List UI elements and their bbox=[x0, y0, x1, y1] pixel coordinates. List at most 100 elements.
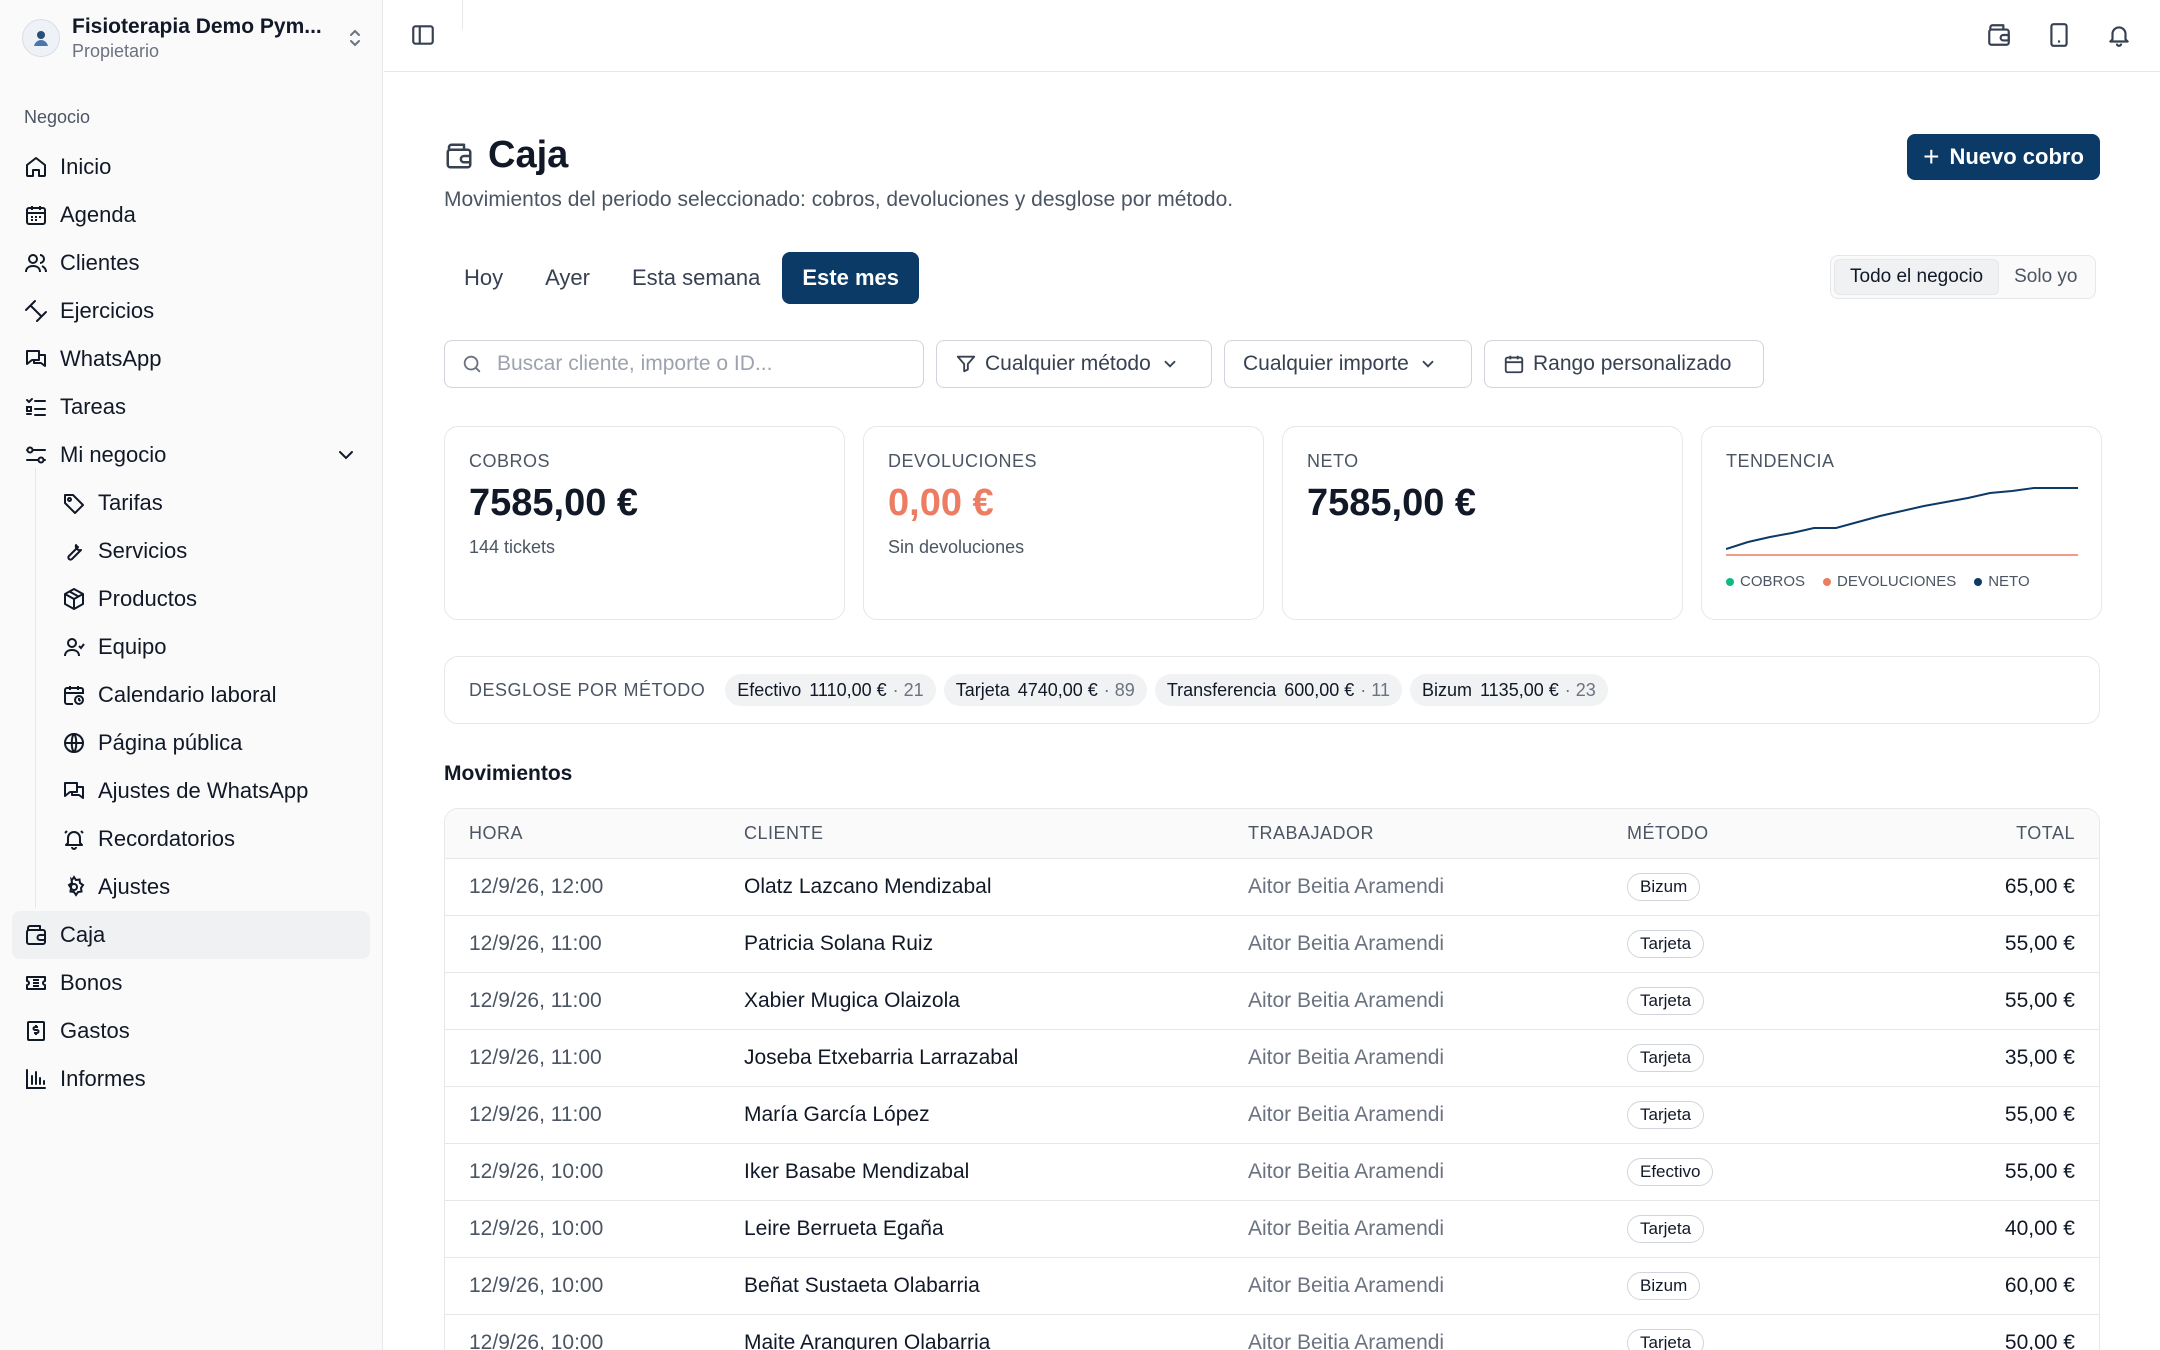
chip-name: Bizum bbox=[1421, 679, 1472, 700]
cell-worker: Aitor Beitia Aramendi bbox=[1248, 932, 1445, 955]
sidebar-item-whatsapp[interactable]: WhatsApp bbox=[12, 335, 370, 383]
chip-count: · 89 bbox=[1103, 679, 1135, 700]
search-icon bbox=[463, 355, 481, 373]
home-icon bbox=[26, 157, 46, 177]
cell-worker: Aitor Beitia Aramendi bbox=[1248, 1274, 1445, 1297]
tab-hoy[interactable]: Hoy bbox=[444, 252, 523, 304]
wallet-icon[interactable] bbox=[1986, 22, 2012, 48]
tablet-icon[interactable] bbox=[2046, 22, 2072, 48]
box-icon bbox=[64, 588, 84, 610]
method-filter-label: Cualquier método bbox=[985, 352, 1151, 375]
sidebar-item-equipo[interactable]: Equipo bbox=[12, 623, 370, 671]
cell-time: 12/9/26, 12:00 bbox=[469, 875, 604, 898]
dumbbell-icon bbox=[25, 300, 47, 322]
cell-total: 50,00 € bbox=[2004, 1331, 2075, 1350]
sidebar-item-ajustes-whatsapp[interactable]: Ajustes de WhatsApp bbox=[12, 767, 370, 815]
sidebar-item-servicios[interactable]: Servicios bbox=[12, 527, 370, 575]
method-badge: Tarjeta bbox=[1627, 1329, 1705, 1350]
date-range-button[interactable]: Rango personalizado bbox=[1484, 340, 1764, 388]
tab-este-mes[interactable]: Este mes bbox=[782, 252, 919, 304]
sidebar-item-recordatorios[interactable]: Recordatorios bbox=[12, 815, 370, 863]
org-switcher[interactable]: Fisioterapia Demo Pym... Propietario bbox=[22, 14, 367, 62]
search-input[interactable] bbox=[497, 352, 897, 376]
method-filter-dropdown[interactable]: Cualquier método bbox=[936, 340, 1212, 388]
col-trabajador[interactable]: TRABAJADOR bbox=[1248, 823, 1627, 844]
cell-time: 12/9/26, 10:00 bbox=[469, 1331, 604, 1350]
col-total[interactable]: TOTAL bbox=[1877, 823, 2099, 844]
sidebar-item-calendario-laboral[interactable]: Calendario laboral bbox=[12, 671, 370, 719]
receipt-icon bbox=[27, 1021, 45, 1041]
scope-solo-yo[interactable]: Solo yo bbox=[1999, 259, 2092, 295]
chip-name: Efectivo bbox=[737, 679, 802, 700]
bell-icon[interactable] bbox=[2106, 22, 2132, 48]
table-row[interactable]: 12/9/26, 11:00 María García López Aitor … bbox=[445, 1087, 2099, 1144]
page-header: Caja bbox=[444, 134, 568, 177]
bar-chart-icon bbox=[26, 1069, 46, 1089]
summary-cards: COBROS 7585,00 € 144 tickets DEVOLUCIONE… bbox=[444, 426, 2102, 620]
cell-worker: Aitor Beitia Aramendi bbox=[1248, 1103, 1445, 1126]
sidebar-item-bonos[interactable]: Bonos bbox=[12, 959, 370, 1007]
cell-total: 55,00 € bbox=[2004, 932, 2075, 955]
sidebar-item-pagina-publica[interactable]: Página pública bbox=[12, 719, 370, 767]
table-row[interactable]: 12/9/26, 10:00 Leire Berrueta Egaña Aito… bbox=[445, 1201, 2099, 1258]
sidebar-toggle-icon[interactable] bbox=[410, 22, 436, 48]
sidebar-item-label: Servicios bbox=[98, 538, 188, 563]
sidebar-item-inicio[interactable]: Inicio bbox=[12, 143, 370, 191]
sidebar-item-productos[interactable]: Productos bbox=[12, 575, 370, 623]
amount-filter-dropdown[interactable]: Cualquier importe bbox=[1224, 340, 1472, 388]
table-row[interactable]: 12/9/26, 11:00 Joseba Etxebarria Larraza… bbox=[445, 1030, 2099, 1087]
sidebar-item-mi-negocio[interactable]: Mi negocio bbox=[12, 431, 370, 479]
sidebar-item-label: Productos bbox=[98, 586, 198, 611]
card-label: COBROS bbox=[469, 451, 551, 471]
cell-time: 12/9/26, 10:00 bbox=[469, 1274, 604, 1297]
topbar-divider bbox=[462, 0, 463, 30]
new-charge-button[interactable]: + Nuevo cobro bbox=[1907, 134, 2100, 180]
cell-time: 12/9/26, 11:00 bbox=[469, 989, 602, 1012]
col-metodo[interactable]: MÉTODO bbox=[1627, 823, 1877, 844]
card-value: 0,00 € bbox=[888, 482, 994, 524]
legend-devoluciones: DEVOLUCIONES bbox=[1823, 573, 1956, 590]
calendar-clock-icon bbox=[64, 686, 84, 705]
card-label: DEVOLUCIONES bbox=[888, 451, 1038, 471]
cell-client: Joseba Etxebarria Larrazabal bbox=[744, 1046, 1019, 1069]
table-row[interactable]: 12/9/26, 12:00 Olatz Lazcano Mendizabal … bbox=[445, 859, 2099, 916]
calendar-icon bbox=[1504, 355, 1524, 374]
sidebar-item-label: Ajustes bbox=[98, 874, 171, 899]
tab-esta-semana[interactable]: Esta semana bbox=[612, 252, 780, 304]
chip-count: · 11 bbox=[1360, 679, 1390, 700]
legend-neto: NETO bbox=[1974, 573, 2030, 590]
sidebar-item-label: Calendario laboral bbox=[98, 682, 277, 707]
sidebar-item-ejercicios[interactable]: Ejercicios bbox=[12, 287, 370, 335]
sidebar-item-informes[interactable]: Informes bbox=[12, 1055, 370, 1103]
sidebar-item-tareas[interactable]: Tareas bbox=[12, 383, 370, 431]
cell-time: 12/9/26, 10:00 bbox=[469, 1217, 604, 1240]
sidebar-item-caja[interactable]: Caja bbox=[12, 911, 370, 959]
chip-amount: 1135,00 € bbox=[1480, 679, 1559, 700]
sidebar-item-ajustes[interactable]: Ajustes bbox=[12, 863, 370, 911]
table-row[interactable]: 12/9/26, 11:00 Patricia Solana Ruiz Aito… bbox=[445, 916, 2099, 973]
cell-time: 12/9/26, 10:00 bbox=[469, 1160, 604, 1183]
cell-client: Xabier Mugica Olaizola bbox=[744, 989, 960, 1012]
cell-client: María García López bbox=[744, 1103, 930, 1126]
table-row[interactable]: 12/9/26, 10:00 Beñat Sustaeta Olabarria … bbox=[445, 1258, 2099, 1315]
sidebar-item-clientes[interactable]: Clientes bbox=[12, 239, 370, 287]
sidebar-item-label: Caja bbox=[60, 922, 106, 947]
card-devoluciones: DEVOLUCIONES 0,00 € Sin devoluciones bbox=[863, 426, 1264, 620]
cell-worker: Aitor Beitia Aramendi bbox=[1248, 1160, 1445, 1183]
table-row[interactable]: 12/9/26, 11:00 Xabier Mugica Olaizola Ai… bbox=[445, 973, 2099, 1030]
sidebar-item-agenda[interactable]: Agenda bbox=[12, 191, 370, 239]
tab-ayer[interactable]: Ayer bbox=[525, 252, 610, 304]
table-row[interactable]: 12/9/26, 10:00 Maite Aranguren Olabarria… bbox=[445, 1315, 2099, 1350]
table-row[interactable]: 12/9/26, 10:00 Iker Basabe Mendizabal Ai… bbox=[445, 1144, 2099, 1201]
chip-count: · 23 bbox=[1564, 679, 1596, 700]
sidebar-item-gastos[interactable]: Gastos bbox=[12, 1007, 370, 1055]
col-hora[interactable]: HORA bbox=[445, 823, 744, 844]
col-cliente[interactable]: CLIENTE bbox=[744, 823, 1248, 844]
method-badge: Tarjeta bbox=[1627, 1044, 1705, 1072]
sidebar-item-tarifas[interactable]: Tarifas bbox=[12, 479, 370, 527]
bell-icon bbox=[64, 830, 84, 850]
sidebar: Fisioterapia Demo Pym... Propietario Neg… bbox=[0, 0, 383, 1350]
scope-todo-el-negocio[interactable]: Todo el negocio bbox=[1834, 259, 2000, 295]
chevron-down-icon bbox=[1164, 360, 1176, 368]
chat-icon bbox=[64, 782, 84, 799]
